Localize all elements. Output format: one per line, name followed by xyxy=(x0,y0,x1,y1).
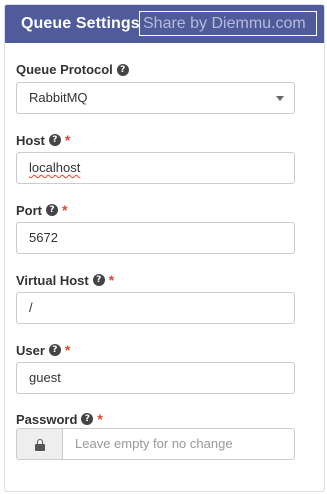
required-mark: * xyxy=(64,132,71,148)
chevron-down-icon xyxy=(276,96,284,101)
user-input[interactable]: guest xyxy=(16,362,295,394)
virtual-host-label: Virtual Host ? * xyxy=(16,272,114,288)
question-circle-icon[interactable]: ? xyxy=(48,344,61,356)
password-addon xyxy=(16,428,62,460)
queue-protocol-value: RabbitMQ xyxy=(29,90,88,105)
required-mark: * xyxy=(64,342,71,358)
watermark: Share by Diemmu.com xyxy=(139,11,317,36)
host-value: localhost xyxy=(29,160,81,175)
host-label: Host ? * xyxy=(16,132,70,148)
port-label-text: Port xyxy=(16,202,42,218)
question-circle-icon[interactable]: ? xyxy=(81,413,94,425)
question-circle-icon[interactable]: ? xyxy=(48,134,61,146)
host-label-text: Host xyxy=(16,132,45,148)
host-input[interactable]: localhost xyxy=(16,152,295,184)
queue-protocol-select[interactable]: RabbitMQ xyxy=(16,82,295,114)
question-circle-icon[interactable]: ? xyxy=(46,204,58,216)
virtual-host-label-text: Virtual Host xyxy=(16,272,89,288)
question-circle-icon[interactable]: ? xyxy=(116,63,129,76)
password-input-group: Leave empty for no change xyxy=(16,428,295,460)
required-mark: * xyxy=(97,411,103,427)
required-mark: * xyxy=(108,272,115,288)
queue-protocol-label: Queue Protocol ? xyxy=(16,62,129,77)
lock-icon xyxy=(35,439,45,451)
question-circle-icon[interactable]: ? xyxy=(92,274,105,286)
password-label: Password ? * xyxy=(16,411,103,427)
password-label-text: Password xyxy=(16,411,78,427)
virtual-host-input[interactable]: / xyxy=(16,292,295,324)
user-label: User ? * xyxy=(16,342,70,358)
password-placeholder: Leave empty for no change xyxy=(75,436,233,451)
virtual-host-value: / xyxy=(29,300,33,315)
panel-title: Queue Settings xyxy=(21,15,140,32)
required-mark: * xyxy=(62,202,68,218)
user-label-text: User xyxy=(16,342,45,358)
panel-header: Queue Settings Share by Diemmu.com xyxy=(5,5,324,43)
port-value: 5672 xyxy=(29,230,58,245)
password-input[interactable]: Leave empty for no change xyxy=(62,428,295,460)
queue-protocol-label-text: Queue Protocol xyxy=(16,62,113,77)
port-label: Port ? * xyxy=(16,202,67,218)
user-value: guest xyxy=(29,370,61,385)
port-input[interactable]: 5672 xyxy=(16,222,295,254)
